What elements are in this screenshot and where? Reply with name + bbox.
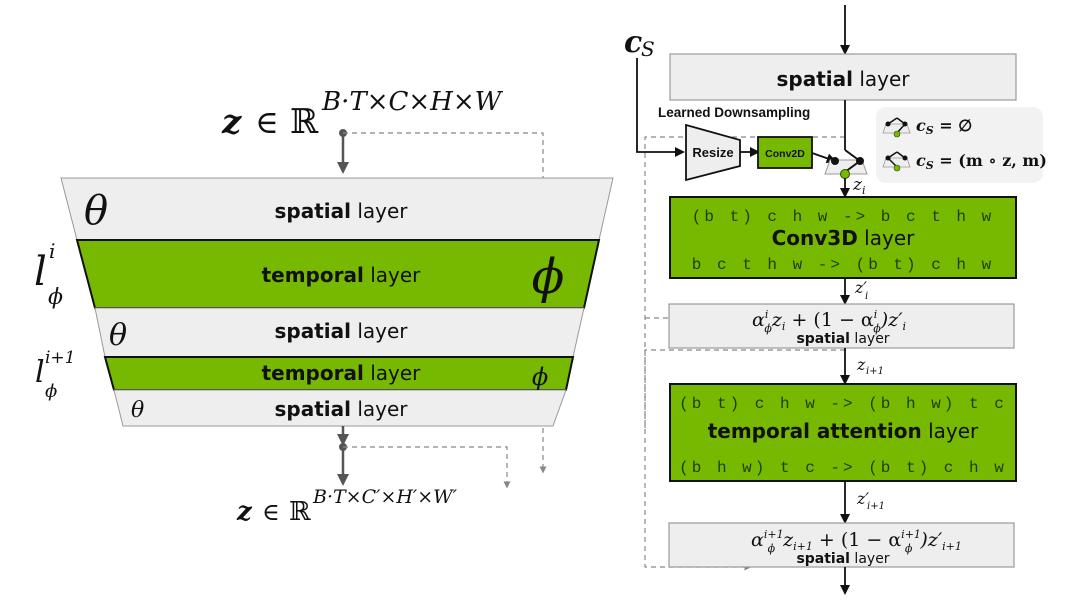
conv3d-rearrange-in: (b t) c h w -> b c t h w xyxy=(692,208,994,226)
svg-text:∈: ∈ xyxy=(262,498,280,526)
phi-param-2: ϕ xyxy=(532,363,548,391)
svg-text:cS = ∅: cS = ∅ xyxy=(916,116,972,137)
z-var: z xyxy=(221,102,242,142)
layer-label-spatial-1: spatial layer xyxy=(274,199,408,223)
svg-text:l: l xyxy=(35,355,45,390)
mix-spatial-label-1: spatial layer xyxy=(796,331,889,347)
svg-text:z: z xyxy=(856,355,866,374)
element-of: ∈ xyxy=(255,103,279,141)
cs-label: c S xyxy=(624,25,655,61)
temporal-rearrange-out: (b h w) t c -> (b t) c h w xyxy=(679,459,1007,477)
conv3d-label: Conv3D layer xyxy=(772,226,916,250)
svg-text:i+1: i+1 xyxy=(867,501,885,512)
temporal-attention-label: temporal attention layer xyxy=(708,419,979,443)
conv3d-rearrange-out: b c t h w -> (b t) c h w xyxy=(692,256,994,274)
svg-text:ϕ: ϕ xyxy=(48,285,63,310)
output-dims: B·T×C′×H′×W′ xyxy=(312,486,458,508)
layer-label-spatial-2: spatial layer xyxy=(274,319,408,343)
zi1-prime-label: z′ i+1 xyxy=(856,489,885,512)
svg-text:c: c xyxy=(624,25,642,60)
mix-spatial-label-2: spatial layer xyxy=(796,551,889,567)
output-shape-label: z ∈ ℝ B·T×C′×H′×W′ xyxy=(236,486,458,527)
zi-prime-label: z′ i xyxy=(854,278,868,302)
switch-legend: cS = ∅ cS = (m ∘ z, m) xyxy=(876,107,1047,183)
learned-downsampling-title: Learned Downsampling xyxy=(658,105,810,120)
skip-connection-inner xyxy=(343,446,511,489)
zi1-label: z i+1 xyxy=(856,355,884,377)
diagram-canvas: z ∈ ℝ B·T×C×H×W spatial layer temporal l… xyxy=(34,5,1047,595)
svg-text:i+1: i+1 xyxy=(866,366,884,377)
layer-label-spatial-3: spatial layer xyxy=(274,397,408,421)
left-diagram: z ∈ ℝ B·T×C×H×W spatial layer temporal l… xyxy=(34,87,614,527)
svg-text:l: l xyxy=(34,249,47,295)
conv2d-to-switch-arrow xyxy=(811,152,837,164)
real-set: ℝ xyxy=(290,102,319,142)
zi-label: z i xyxy=(852,175,866,197)
svg-text:i: i xyxy=(862,184,866,197)
svg-text:S: S xyxy=(641,37,655,61)
svg-text:i+1: i+1 xyxy=(45,348,76,368)
svg-text:cS = (m ∘ z, m): cS = (m ∘ z, m) xyxy=(916,151,1047,172)
right-diagram: c S spatial layer Learned Downsampling R… xyxy=(624,5,1047,595)
svg-text:i: i xyxy=(49,239,55,263)
svg-text:ϕ: ϕ xyxy=(45,381,57,402)
input-shape-label: z ∈ ℝ B·T×C×H×W xyxy=(221,87,504,142)
svg-text:i: i xyxy=(865,291,868,302)
svg-text:ℝ: ℝ xyxy=(289,497,311,527)
temporal-rearrange-in: (b t) c h w -> (b h w) t c xyxy=(679,395,1007,413)
layer-label-temporal-1: temporal layer xyxy=(262,263,422,287)
phi-param-1: ϕ xyxy=(532,249,565,305)
theta-param-2: θ xyxy=(109,318,127,353)
svg-text:z: z xyxy=(236,497,253,527)
input-dims: B·T×C×H×W xyxy=(321,87,504,117)
side-label-l-phi-i-plus-1: l i+1 ϕ xyxy=(35,348,76,402)
layer-label-temporal-2: temporal layer xyxy=(262,361,422,385)
resize-label: Resize xyxy=(692,145,733,160)
side-label-l-phi-i: l i ϕ xyxy=(34,239,63,310)
theta-param-3: θ xyxy=(131,398,144,423)
spatial-layer-label-top: spatial layer xyxy=(776,67,910,91)
conv2d-label: Conv2D xyxy=(765,148,805,160)
theta-param-1: θ xyxy=(84,188,108,234)
